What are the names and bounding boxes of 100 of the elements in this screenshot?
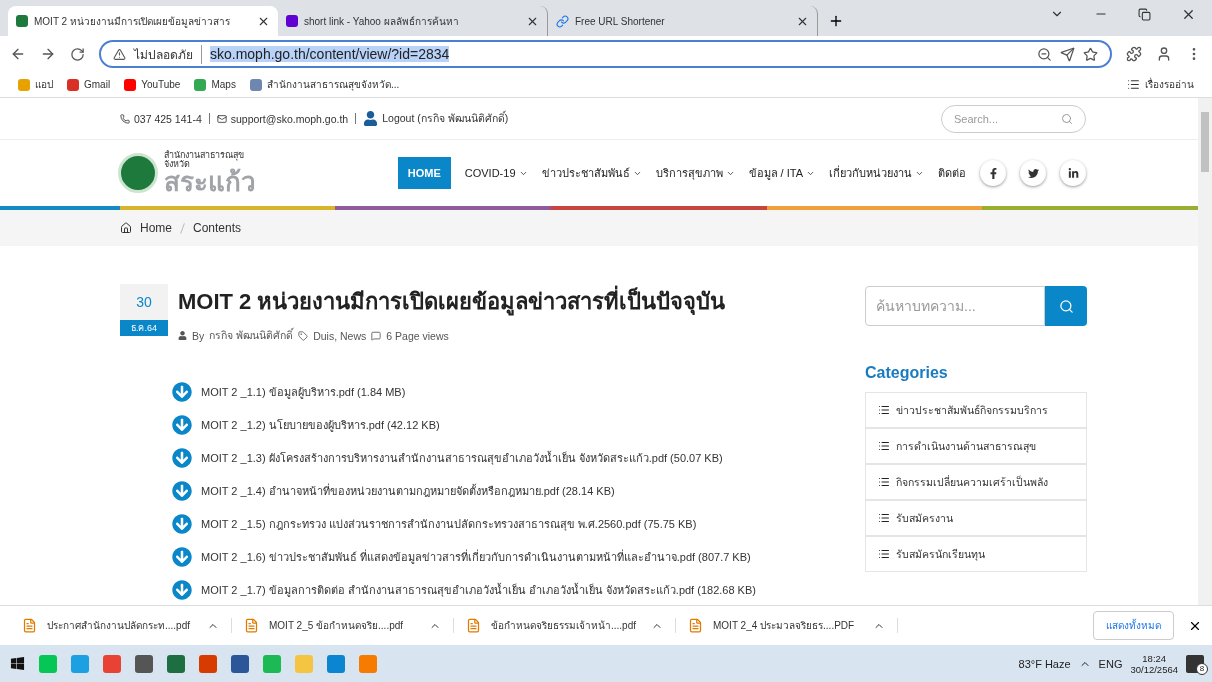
file-link[interactable]: MOIT 2 _1.3) ผังโครงสร้างการบริหารงานสำนักงานสาธารณสุขอำเภอวังน้ำเย็น จังหวัดสระแก้ว.pdf (50.07 KB) bbox=[201, 449, 723, 467]
nav-link[interactable]: HOME bbox=[397, 157, 451, 189]
bookmark-link[interactable]: Maps bbox=[194, 78, 236, 91]
logo-text: จังหวัด bbox=[164, 160, 190, 169]
app-tile-icon[interactable] bbox=[39, 654, 57, 673]
download-icon[interactable] bbox=[172, 415, 192, 435]
reading-list-button[interactable]: เรื่องรออ่าน bbox=[1127, 77, 1194, 92]
download-icon[interactable] bbox=[172, 547, 192, 567]
download-icon[interactable] bbox=[172, 514, 192, 534]
zoom-icon[interactable] bbox=[1037, 46, 1052, 62]
tags-link[interactable]: Duis, News bbox=[313, 329, 367, 342]
app-tile-icon[interactable] bbox=[263, 654, 281, 673]
search-field[interactable]: ค้นหาบทความ... bbox=[865, 286, 1045, 326]
home-icon bbox=[120, 222, 132, 234]
file-link[interactable]: MOIT 2 _1.1) ข้อมูลผู้บริหาร.pdf (1.84 MB) bbox=[201, 383, 406, 401]
bookmark-icon bbox=[67, 78, 79, 91]
author-by: By bbox=[192, 329, 205, 342]
browser-tab[interactable]: MOIT 2 หน่วยงานมีการเปิดเผยข้อมูลข่าวสาร bbox=[8, 6, 278, 36]
download-item[interactable]: MOIT 2_5 ข้อกำหนดจริย....pdf bbox=[232, 618, 454, 633]
logout-link[interactable]: Logout (กรกิจ พัฒนนิติศักดิ์) bbox=[382, 110, 509, 127]
tag-icon bbox=[298, 330, 309, 341]
bookmark-link[interactable]: สำนักงานสาธารณสุขจังหวัด... bbox=[249, 77, 400, 92]
nav-link[interactable]: ติดต่อ bbox=[938, 164, 966, 182]
category-link[interactable]: รับสมัครงาน bbox=[865, 500, 1087, 536]
nav-link[interactable]: ข้อมูล / ITA bbox=[748, 164, 815, 182]
nav-link[interactable]: เกี่ยวกับหน่วยงาน bbox=[829, 164, 924, 182]
notification-count: 8 bbox=[1196, 662, 1208, 675]
app-tile-icon[interactable] bbox=[167, 654, 185, 673]
app-tile-icon[interactable] bbox=[327, 654, 345, 673]
list-icon bbox=[878, 548, 890, 560]
category-link[interactable]: ข่าวประชาสัมพันธ์กิจกรรมบริการ bbox=[865, 392, 1087, 428]
breadcrumb-link[interactable]: Home bbox=[140, 221, 172, 235]
language-indicator[interactable]: ENG bbox=[1098, 657, 1123, 670]
app-tile-icon[interactable] bbox=[199, 654, 217, 673]
app-tile-icon[interactable] bbox=[231, 654, 249, 673]
nav-link[interactable]: COVID-19 bbox=[464, 167, 528, 179]
list-icon bbox=[1127, 78, 1140, 91]
back-icon[interactable] bbox=[10, 46, 26, 62]
phone-number: 037 425 141-4 bbox=[134, 112, 202, 125]
weather-text[interactable]: 83°F Haze bbox=[1018, 657, 1071, 670]
download-icon[interactable] bbox=[172, 382, 192, 402]
linkedin-icon bbox=[1067, 167, 1079, 179]
bookmark-link[interactable]: Gmail bbox=[67, 78, 111, 91]
download-icon[interactable] bbox=[172, 448, 192, 468]
email-link[interactable]: support@sko.moph.go.th bbox=[230, 112, 349, 125]
address-bar[interactable]: ไม่ปลอดภัย sko.moph.go.th/content/view/?id=2834 bbox=[99, 40, 1112, 68]
file-link[interactable]: MOIT 2 _1.5) กฎกระทรวง แบ่งส่วนราชการสำนักงานปลัดกระทรวงสาธารณสุข พ.ศ.2560.pdf (75.75 KB) bbox=[201, 515, 697, 533]
download-icon[interactable] bbox=[172, 580, 192, 600]
download-item[interactable]: MOIT 2_4 ประมวลจริยธร....PDF bbox=[676, 618, 898, 633]
new-tab-icon[interactable] bbox=[828, 13, 844, 29]
scrollbar-thumb[interactable] bbox=[1201, 112, 1209, 172]
categories-heading: Categories bbox=[865, 364, 949, 382]
puzzle-icon[interactable] bbox=[1126, 46, 1142, 62]
bookmark-icon bbox=[124, 78, 137, 91]
download-item[interactable]: ประกาศสำนักงานปลัดกระท....pdf bbox=[10, 618, 232, 633]
reload-icon[interactable] bbox=[70, 46, 85, 62]
send-icon[interactable] bbox=[1060, 46, 1075, 62]
list-icon bbox=[878, 476, 890, 488]
forward-icon[interactable] bbox=[40, 46, 56, 62]
file-link[interactable]: MOIT 2 _1.2) นโยบายของผู้บริหาร.pdf (42.12 KB) bbox=[201, 416, 440, 434]
app-tile-icon[interactable] bbox=[295, 654, 313, 673]
security-label: ไม่ปลอดภัย bbox=[134, 44, 202, 64]
profile-icon[interactable] bbox=[1156, 46, 1172, 62]
file-link[interactable]: MOIT 2 _1.4) อำนาจหน้าที่ของหน่วยงานตามกฎหมายจัดตั้งหรือกฎหมาย.pdf (28.14 KB) bbox=[201, 482, 615, 500]
article-title: MOIT 2 หน่วยงานมีการเปิดเผยข้อมูลข่าวสารที่เป็นปัจจุบัน bbox=[178, 284, 726, 319]
bird-icon bbox=[1027, 167, 1039, 179]
app-tile-icon[interactable] bbox=[135, 654, 153, 673]
app-tile-icon[interactable] bbox=[71, 654, 89, 673]
bookmark-link[interactable]: แอป bbox=[18, 77, 53, 92]
start-icon[interactable] bbox=[10, 656, 25, 671]
mail-icon bbox=[216, 113, 227, 124]
download-item[interactable]: ข้อกำหนดจริยธรรมเจ้าหน้า....pdf bbox=[454, 618, 676, 633]
search-icon bbox=[1058, 298, 1074, 314]
restore-icon[interactable] bbox=[1138, 7, 1151, 21]
category-link[interactable]: การดำเนินงานด้านสาธารณสุข bbox=[865, 428, 1087, 464]
list-icon bbox=[878, 512, 890, 524]
file-icon bbox=[22, 618, 37, 633]
download-icon[interactable] bbox=[172, 481, 192, 501]
clock[interactable]: 18:24 30/12/2564 bbox=[1130, 652, 1178, 675]
url-text: sko.moph.go.th/content/view/?id=2834 bbox=[210, 46, 450, 62]
nav-link[interactable]: ข่าวประชาสัมพันธ์ bbox=[541, 164, 642, 182]
show-all-button[interactable]: แสดงทั้งหมด bbox=[1093, 611, 1174, 640]
date-day: 30 bbox=[120, 284, 168, 320]
file-link[interactable]: MOIT 2 _1.6) ข่าวประชาสัมพันธ์ ที่แสดงข้อมูลข่าวสารที่เกี่ยวกับการดำเนินงานตามหน้าที่และอำนาจ.pdf (807.7 KB) bbox=[201, 548, 751, 566]
user-icon bbox=[363, 111, 379, 126]
list-icon bbox=[878, 440, 890, 452]
star-icon[interactable] bbox=[1083, 46, 1098, 62]
list-icon bbox=[878, 404, 890, 416]
date-month: ธ.ค.64 bbox=[120, 320, 168, 336]
app-tile-icon[interactable] bbox=[359, 654, 377, 673]
nav-link[interactable]: บริการสุขภาพ bbox=[655, 164, 735, 182]
category-link[interactable]: รับสมัครนักเรียนทุน bbox=[865, 536, 1087, 572]
search-button[interactable] bbox=[1045, 286, 1087, 326]
logo-text: สำนักงานสาธารณสุข bbox=[164, 151, 245, 160]
author-name[interactable]: กรกิจ พัฒนนิติศักดิ์ bbox=[209, 327, 294, 344]
logo-title: สระแก้ว bbox=[164, 169, 256, 195]
category-link[interactable]: กิจกรรมเปลี่ยนความเศร้าเป็นพลัง bbox=[865, 464, 1087, 500]
file-link[interactable]: MOIT 2 _1.7) ข้อมูลการติดต่อ สำนักงานสาธารณสุขอำเภอวังน้ำเย็น อำเภอวังน้ำเย็น จังหวัดสระแก้ว.pdf (182.68 KB) bbox=[201, 581, 756, 599]
bookmark-link[interactable]: YouTube bbox=[124, 78, 181, 91]
app-tile-icon[interactable] bbox=[103, 654, 121, 673]
